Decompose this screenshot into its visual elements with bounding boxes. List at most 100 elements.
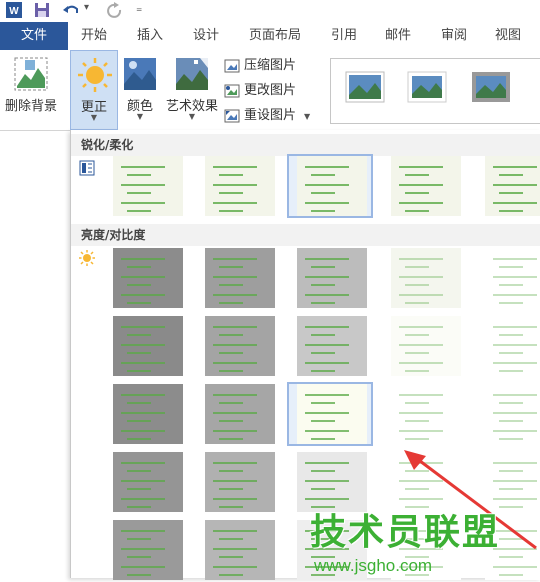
tab-mailings[interactable]: 邮件 [376, 22, 420, 50]
undo-icon[interactable] [62, 2, 80, 18]
reset-picture-button[interactable]: 重设图片 ▼ [224, 106, 310, 126]
thumbnail-preview [297, 248, 367, 308]
brightness-contrast-option[interactable] [475, 314, 540, 378]
preview-line [127, 192, 151, 194]
redo-icon[interactable] [106, 2, 124, 18]
brightness-contrast-option[interactable] [103, 246, 189, 310]
brightness-contrast-option[interactable] [103, 382, 189, 446]
preview-line [219, 352, 243, 354]
brightness-contrast-option[interactable] [103, 450, 189, 514]
preview-line [305, 166, 349, 168]
preview-line [219, 266, 243, 268]
sharpen-option[interactable] [103, 154, 189, 218]
preview-line [219, 192, 243, 194]
brightness-contrast-option[interactable] [103, 518, 189, 582]
preview-line [399, 184, 443, 186]
tab-file[interactable]: 文件 [0, 22, 68, 50]
thumbnail-preview [297, 384, 367, 444]
picture-style-thumb[interactable] [345, 71, 385, 103]
preview-line [311, 488, 335, 490]
preview-line [219, 334, 243, 336]
preview-line [127, 506, 151, 508]
preview-line [499, 334, 523, 336]
brightness-contrast-option[interactable] [381, 246, 467, 310]
preview-line [493, 258, 537, 260]
preview-line [219, 438, 243, 440]
artistic-effects-button[interactable]: 艺术效果 ▼ [164, 50, 220, 130]
tab-references[interactable]: 引用 [322, 22, 366, 50]
brightness-contrast-option[interactable] [195, 246, 281, 310]
brightness-contrast-option[interactable] [195, 382, 281, 446]
brightness-contrast-option[interactable] [381, 314, 467, 378]
brightness-contrast-option[interactable] [475, 246, 540, 310]
sharpen-option[interactable] [287, 154, 373, 218]
compress-pictures-button[interactable]: 压缩图片 [224, 56, 296, 76]
remove-background-button[interactable]: 删除背景 [0, 50, 62, 130]
preview-line [399, 394, 443, 396]
brightness-contrast-option[interactable] [287, 246, 373, 310]
preview-line [213, 394, 257, 396]
preview-line [499, 420, 523, 422]
word-logo-icon: W [6, 2, 22, 18]
reset-picture-dropdown-icon[interactable]: ▼ [304, 112, 310, 121]
preview-line [127, 174, 151, 176]
preview-line [405, 334, 429, 336]
preview-line [399, 430, 443, 432]
brightness-contrast-option[interactable] [103, 314, 189, 378]
brightness-contrast-option[interactable] [195, 450, 281, 514]
preview-line [499, 302, 523, 304]
preview-line [305, 276, 349, 278]
thumbnail-preview [205, 452, 275, 512]
preview-line [305, 258, 349, 260]
sharpen-option[interactable] [381, 154, 467, 218]
thumbnail-preview [297, 156, 367, 216]
brightness-contrast-option[interactable] [381, 382, 467, 446]
thumbnail-preview [113, 520, 183, 580]
preview-line [213, 548, 257, 550]
brightness-contrast-option[interactable] [287, 314, 373, 378]
artistic-effects-dropdown-icon: ▼ [188, 112, 196, 121]
preview-line [493, 344, 537, 346]
customize-icon[interactable]: ₌ [136, 1, 142, 15]
save-icon[interactable] [34, 2, 50, 18]
tab-insert[interactable]: 插入 [128, 22, 172, 50]
tab-page-layout[interactable]: 页面布局 [240, 22, 310, 50]
preview-line [499, 192, 523, 194]
brightness-contrast-option[interactable] [195, 314, 281, 378]
preview-line [499, 402, 523, 404]
preview-line [405, 266, 429, 268]
preview-line [121, 258, 165, 260]
preview-line [121, 276, 165, 278]
brightness-contrast-option[interactable] [475, 382, 540, 446]
color-button[interactable]: 颜色 ▼ [120, 50, 160, 130]
change-picture-button[interactable]: 更改图片 [224, 81, 296, 101]
preview-line [493, 184, 537, 186]
corrections-button[interactable]: 更正 ▼ [70, 50, 118, 130]
watermark-url: www.jsgho.com [314, 556, 433, 575]
picture-style-thumb[interactable] [407, 71, 447, 103]
undo-dropdown-icon[interactable]: ▾ [84, 2, 89, 13]
brightness-icon [79, 250, 95, 266]
picture-style-thumb[interactable] [471, 71, 511, 103]
preview-line [499, 352, 523, 354]
document-area[interactable] [0, 131, 70, 578]
preview-line [311, 470, 335, 472]
tab-home[interactable]: 开始 [72, 22, 116, 50]
preview-line [305, 394, 349, 396]
preview-line [121, 480, 165, 482]
brightness-contrast-option[interactable] [287, 450, 373, 514]
preview-line [127, 470, 151, 472]
sharpen-option[interactable] [195, 154, 281, 218]
sharpen-option[interactable] [475, 154, 540, 218]
preview-line [399, 202, 443, 204]
brightness-contrast-option[interactable] [287, 382, 373, 446]
tab-design[interactable]: 设计 [184, 22, 228, 50]
preview-line [121, 294, 165, 296]
preview-line [121, 498, 165, 500]
preview-line [399, 294, 443, 296]
remove-background-label: 删除背景 [4, 99, 57, 114]
preview-line [121, 548, 165, 550]
tab-view[interactable]: 视图 [486, 22, 530, 50]
tab-review[interactable]: 审阅 [432, 22, 476, 50]
brightness-contrast-option[interactable] [195, 518, 281, 582]
